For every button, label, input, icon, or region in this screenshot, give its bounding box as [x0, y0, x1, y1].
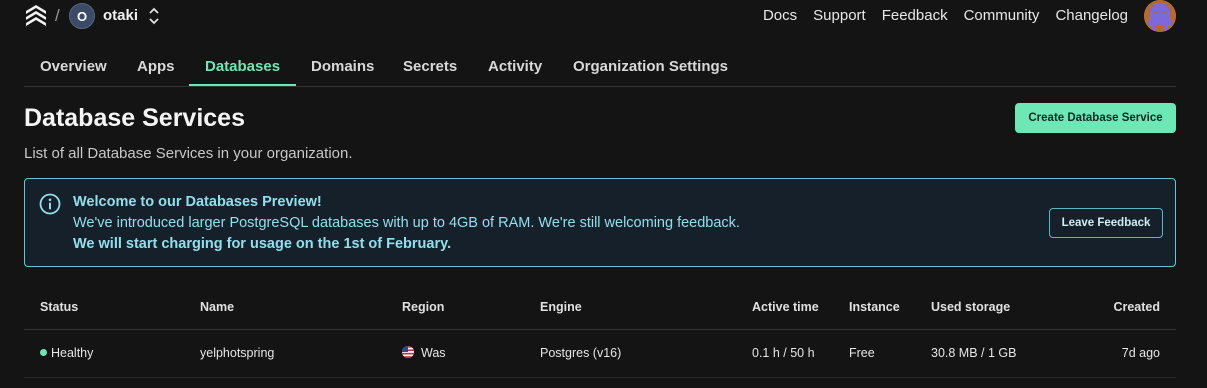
instance-cell: Free: [849, 346, 875, 360]
status-cell: Healthy: [40, 346, 93, 360]
status-text: Healthy: [51, 346, 94, 360]
breadcrumb-separator: /: [55, 6, 60, 25]
column-used-storage: Used storage: [931, 300, 1011, 314]
top-bar: / O otaki Docs Support Feedback Communit…: [0, 0, 1207, 34]
banner-title: Welcome to our Databases Preview!: [73, 194, 322, 210]
status-dot-icon: [40, 349, 47, 356]
feedback-link[interactable]: Feedback: [882, 7, 948, 24]
column-region: Region: [402, 300, 445, 314]
chevron-up-down-icon[interactable]: [147, 5, 161, 27]
org-avatar[interactable]: O: [69, 3, 95, 29]
used-storage-cell: 30.8 MB / 1 GB: [931, 346, 1017, 360]
top-nav-links: Docs Support Feedback Community Changelo…: [763, 7, 1128, 24]
org-name[interactable]: otaki: [103, 7, 138, 24]
leave-feedback-button[interactable]: Leave Feedback: [1049, 208, 1163, 238]
changelog-link[interactable]: Changelog: [1055, 7, 1128, 24]
koyeb-logo-icon[interactable]: [24, 3, 48, 27]
banner-charging-notice: We will start charging for usage on the …: [73, 236, 452, 252]
engine-cell: Postgres (v16): [540, 346, 622, 360]
page-title: Database Services: [24, 104, 245, 132]
table-header: Status Name Region Engine Active time In…: [24, 288, 1176, 330]
column-name: Name: [200, 300, 235, 314]
tab-domains[interactable]: Domains: [295, 46, 390, 86]
column-created: Created: [1113, 300, 1160, 314]
database-name-link[interactable]: yelphotspring: [200, 346, 274, 360]
tab-organization-settings[interactable]: Organization Settings: [557, 46, 744, 86]
org-tabs: Overview Apps Databases Domains Secrets …: [24, 46, 1176, 87]
column-status: Status: [40, 300, 79, 314]
info-circle-icon: [39, 193, 61, 215]
active-time-cell: 0.1 h / 50 h: [752, 346, 815, 360]
user-avatar-icon: [1144, 0, 1176, 32]
column-engine: Engine: [540, 300, 582, 314]
table-row[interactable]: Healthy yelphotspring Was Postgres (v16)…: [24, 330, 1176, 378]
preview-banner: Welcome to our Databases Preview! We've …: [24, 178, 1176, 267]
region-cell: Was: [402, 346, 446, 360]
user-avatar[interactable]: [1144, 0, 1176, 32]
docs-link[interactable]: Docs: [763, 7, 797, 24]
banner-body: We've introduced larger PostgreSQL datab…: [73, 215, 740, 231]
database-services-table: Status Name Region Engine Active time In…: [24, 288, 1176, 378]
community-link[interactable]: Community: [964, 7, 1040, 24]
created-cell: 7d ago: [1121, 346, 1160, 360]
tab-overview[interactable]: Overview: [24, 46, 123, 86]
column-active-time: Active time: [752, 300, 819, 314]
create-database-service-button[interactable]: Create Database Service: [1015, 103, 1176, 133]
tab-secrets[interactable]: Secrets: [387, 46, 473, 86]
column-instance: Instance: [849, 300, 900, 314]
tab-activity[interactable]: Activity: [472, 46, 558, 86]
page-subtitle: List of all Database Services in your or…: [24, 145, 353, 162]
region-text: Was: [421, 346, 446, 360]
support-link[interactable]: Support: [813, 7, 866, 24]
us-flag-icon: [402, 346, 414, 358]
tab-databases[interactable]: Databases: [189, 46, 297, 86]
tab-apps[interactable]: Apps: [121, 46, 191, 86]
